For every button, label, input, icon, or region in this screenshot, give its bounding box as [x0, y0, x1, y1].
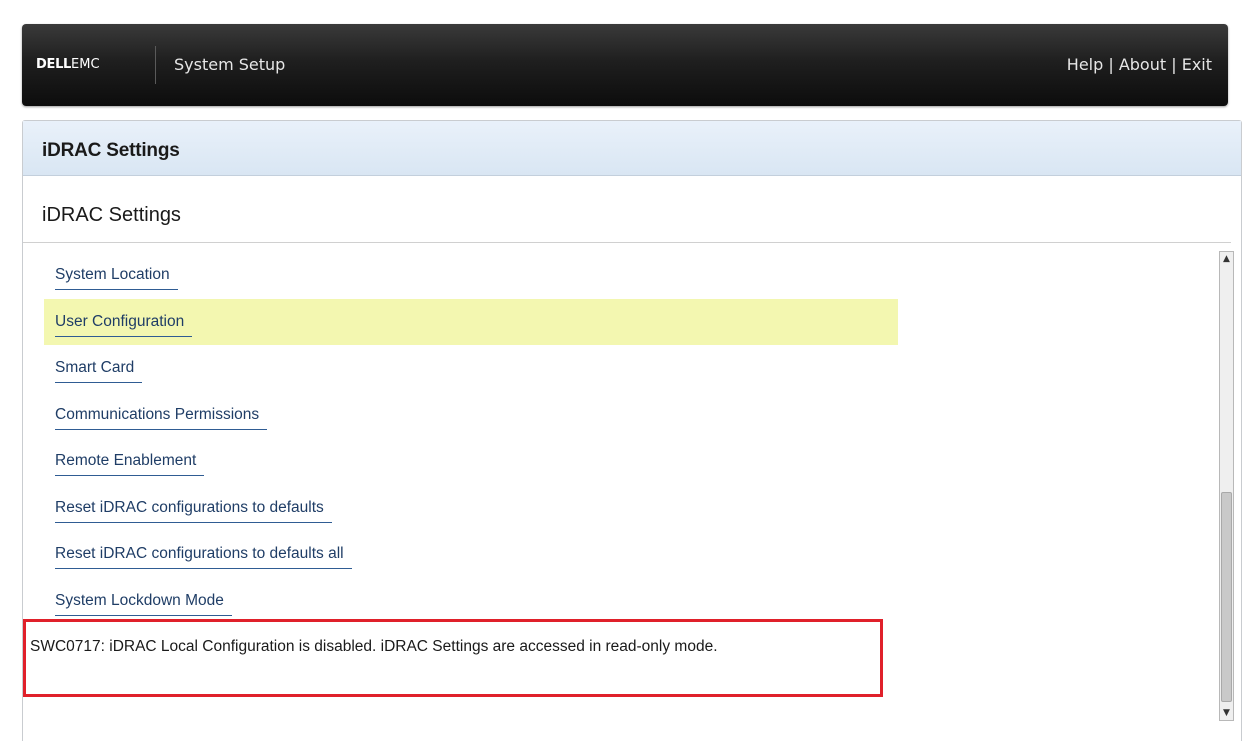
settings-menu: System Location User Configuration Smart… [44, 252, 898, 624]
scroll-up-arrow-icon[interactable]: ▲ [1220, 252, 1233, 266]
menu-item-label[interactable]: System Location [55, 265, 178, 290]
menu-item-label[interactable]: Reset iDRAC configurations to defaults [55, 498, 332, 523]
scrollbar-thumb[interactable] [1221, 492, 1232, 702]
warning-message: SWC0717: iDRAC Local Configuration is di… [30, 638, 718, 655]
vertical-scrollbar[interactable]: ▲ ▼ [1219, 251, 1234, 721]
menu-item-user-configuration[interactable]: User Configuration [44, 298, 898, 345]
section-title: iDRAC Settings [42, 204, 181, 226]
dell-emc-logo: DELLEMC [36, 57, 100, 72]
menu-item-label[interactable]: User Configuration [55, 312, 193, 337]
app-title: System Setup [174, 55, 286, 74]
menu-item-reset-idrac-defaults[interactable]: Reset iDRAC configurations to defaults [44, 485, 898, 532]
exit-link[interactable]: Exit [1182, 55, 1212, 74]
top-bar: DELLEMC System Setup Help | About | Exit [22, 24, 1228, 106]
menu-item-label[interactable]: System Lockdown Mode [55, 591, 232, 616]
menu-item-smart-card[interactable]: Smart Card [44, 345, 898, 392]
panel-title: iDRAC Settings [42, 140, 180, 161]
read-only-warning-box: SWC0717: iDRAC Local Configuration is di… [23, 619, 883, 697]
link-separator: | [1166, 55, 1182, 74]
link-separator: | [1103, 55, 1119, 74]
panel-header: iDRAC Settings [23, 121, 1241, 176]
scroll-down-arrow-icon[interactable]: ▼ [1220, 706, 1233, 720]
menu-item-reset-idrac-defaults-all[interactable]: Reset iDRAC configurations to defaults a… [44, 531, 898, 578]
menu-item-system-location[interactable]: System Location [44, 252, 898, 299]
help-link[interactable]: Help [1067, 55, 1103, 74]
top-links: Help | About | Exit [1067, 53, 1212, 77]
menu-item-communications-permissions[interactable]: Communications Permissions [44, 392, 898, 439]
menu-item-label[interactable]: Communications Permissions [55, 405, 268, 430]
settings-panel: iDRAC Settings iDRAC Settings System Loc… [22, 120, 1242, 741]
section-divider [23, 242, 1231, 243]
about-link[interactable]: About [1119, 55, 1166, 74]
menu-item-system-lockdown-mode[interactable]: System Lockdown Mode [44, 578, 898, 625]
menu-item-label[interactable]: Reset iDRAC configurations to defaults a… [55, 544, 352, 569]
menu-item-remote-enablement[interactable]: Remote Enablement [44, 438, 898, 485]
menu-item-label[interactable]: Smart Card [55, 358, 143, 383]
brand-divider [155, 46, 156, 84]
menu-item-label[interactable]: Remote Enablement [55, 451, 205, 476]
